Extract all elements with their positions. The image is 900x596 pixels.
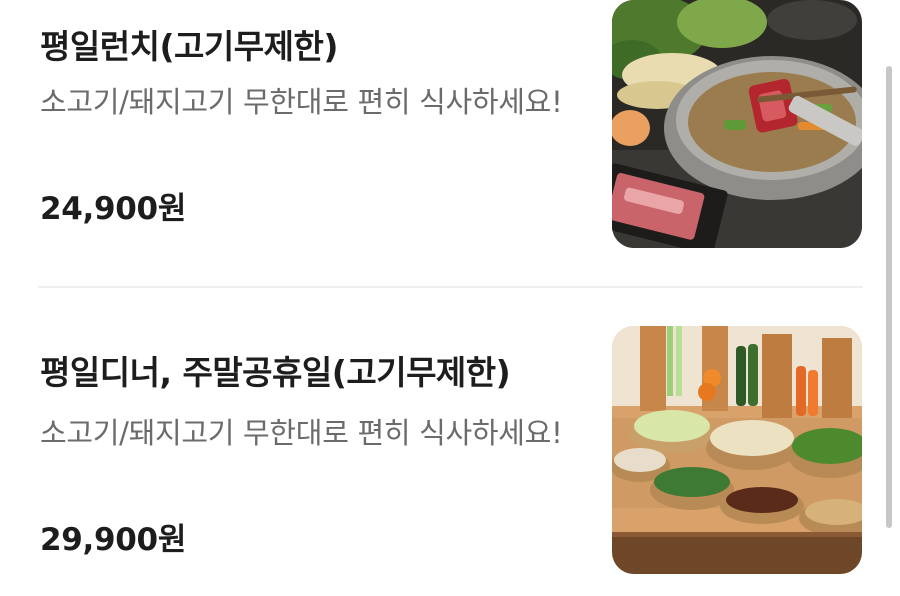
menu-item-name: 평일디너, 주말공휴일(고기무제한) bbox=[40, 353, 511, 392]
menu-item-description: 소고기/돼지고기 무한대로 편히 식사하세요! bbox=[40, 85, 563, 119]
scrollbar[interactable] bbox=[886, 66, 892, 528]
menu-item-photo-hot-pot[interactable] bbox=[612, 0, 862, 248]
menu-item[interactable]: 평일런치(고기무제한) 소고기/돼지고기 무한대로 편히 식사하세요! 24,9… bbox=[0, 0, 880, 286]
menu-item-price: 29,900원 bbox=[40, 522, 187, 558]
menu-item-photo-vegetable-buffet[interactable] bbox=[612, 326, 862, 574]
menu-item-price: 24,900원 bbox=[40, 191, 187, 227]
menu-item-name: 평일런치(고기무제한) bbox=[40, 27, 338, 66]
menu-item[interactable]: 평일디너, 주말공휴일(고기무제한) 소고기/돼지고기 무한대로 편히 식사하세… bbox=[0, 288, 880, 596]
menu-list: 평일런치(고기무제한) 소고기/돼지고기 무한대로 편히 식사하세요! 24,9… bbox=[0, 0, 900, 596]
menu-item-description: 소고기/돼지고기 무한대로 편히 식사하세요! bbox=[40, 416, 563, 450]
